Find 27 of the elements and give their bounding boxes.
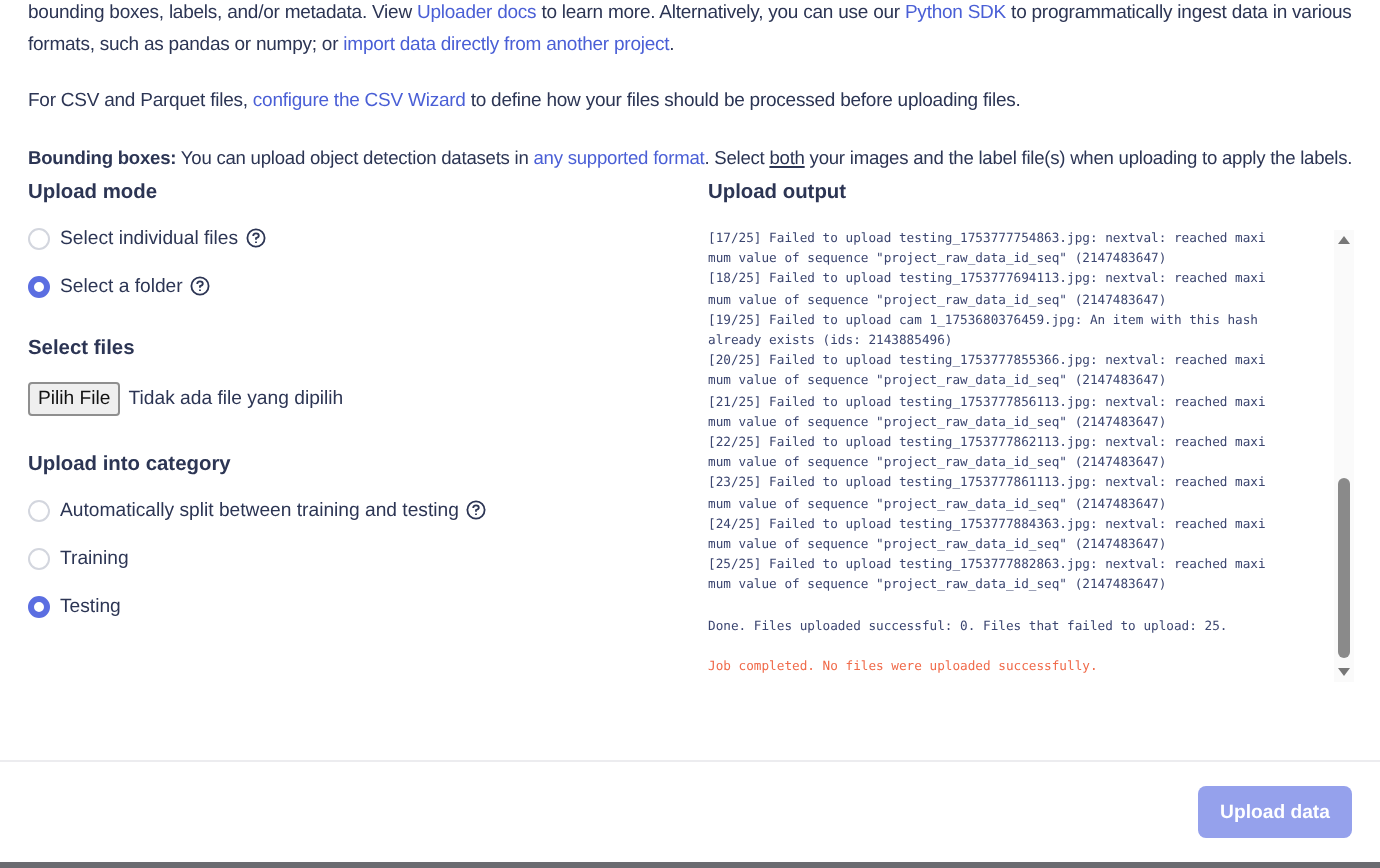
scrollbar[interactable] (1334, 230, 1354, 682)
help-icon[interactable] (466, 500, 487, 520)
section-title: Upload mode (28, 180, 160, 208)
section-title: Select files (28, 336, 137, 364)
option-label: Training (60, 547, 129, 569)
option-label: Select a folder (60, 275, 183, 297)
option-label: Select individual files (60, 227, 239, 249)
link[interactable]: configure the CSV Wizard (252, 90, 466, 112)
link[interactable]: Uploader docs (416, 2, 537, 24)
paragraph: Bounding boxes: You can upload object detection datasets in any supported format. Select both your images and the label file(s) when uploading to apply the labels. (28, 146, 1355, 172)
link[interactable]: import data directly from another project (343, 34, 670, 56)
scroll-down-arrow-icon[interactable] (1336, 666, 1352, 678)
radio-button[interactable] (28, 595, 50, 617)
paragraph: For CSV and Parquet files, configure the CSV Wizard to define how your files should be processed before uploading files. (28, 88, 1023, 116)
paragraph: bounding boxes, labels, and/or metadata. View Uploader docs to learn more. Alternatively, you can use our Python SDK to programmatically ingest data in various formats, such as pandas or numpy; or import data directly from another project. (28, 0, 1354, 60)
help-icon[interactable] (246, 228, 267, 248)
link[interactable]: Python SDK (904, 2, 1007, 24)
choose-file-button[interactable]: Pilih File (28, 381, 121, 415)
option-label: Automatically split between training and testing (60, 499, 459, 521)
scroll-up-arrow-icon[interactable] (1336, 234, 1352, 246)
option-label: Testing (60, 595, 121, 617)
file-status: Tidak ada file yang dipilih (128, 387, 344, 409)
radio-button[interactable] (28, 275, 50, 297)
link[interactable]: any supported format (533, 148, 705, 168)
section-title: Upload into category (28, 452, 233, 480)
section-title: Upload output (708, 180, 849, 208)
help-icon[interactable] (190, 276, 211, 296)
